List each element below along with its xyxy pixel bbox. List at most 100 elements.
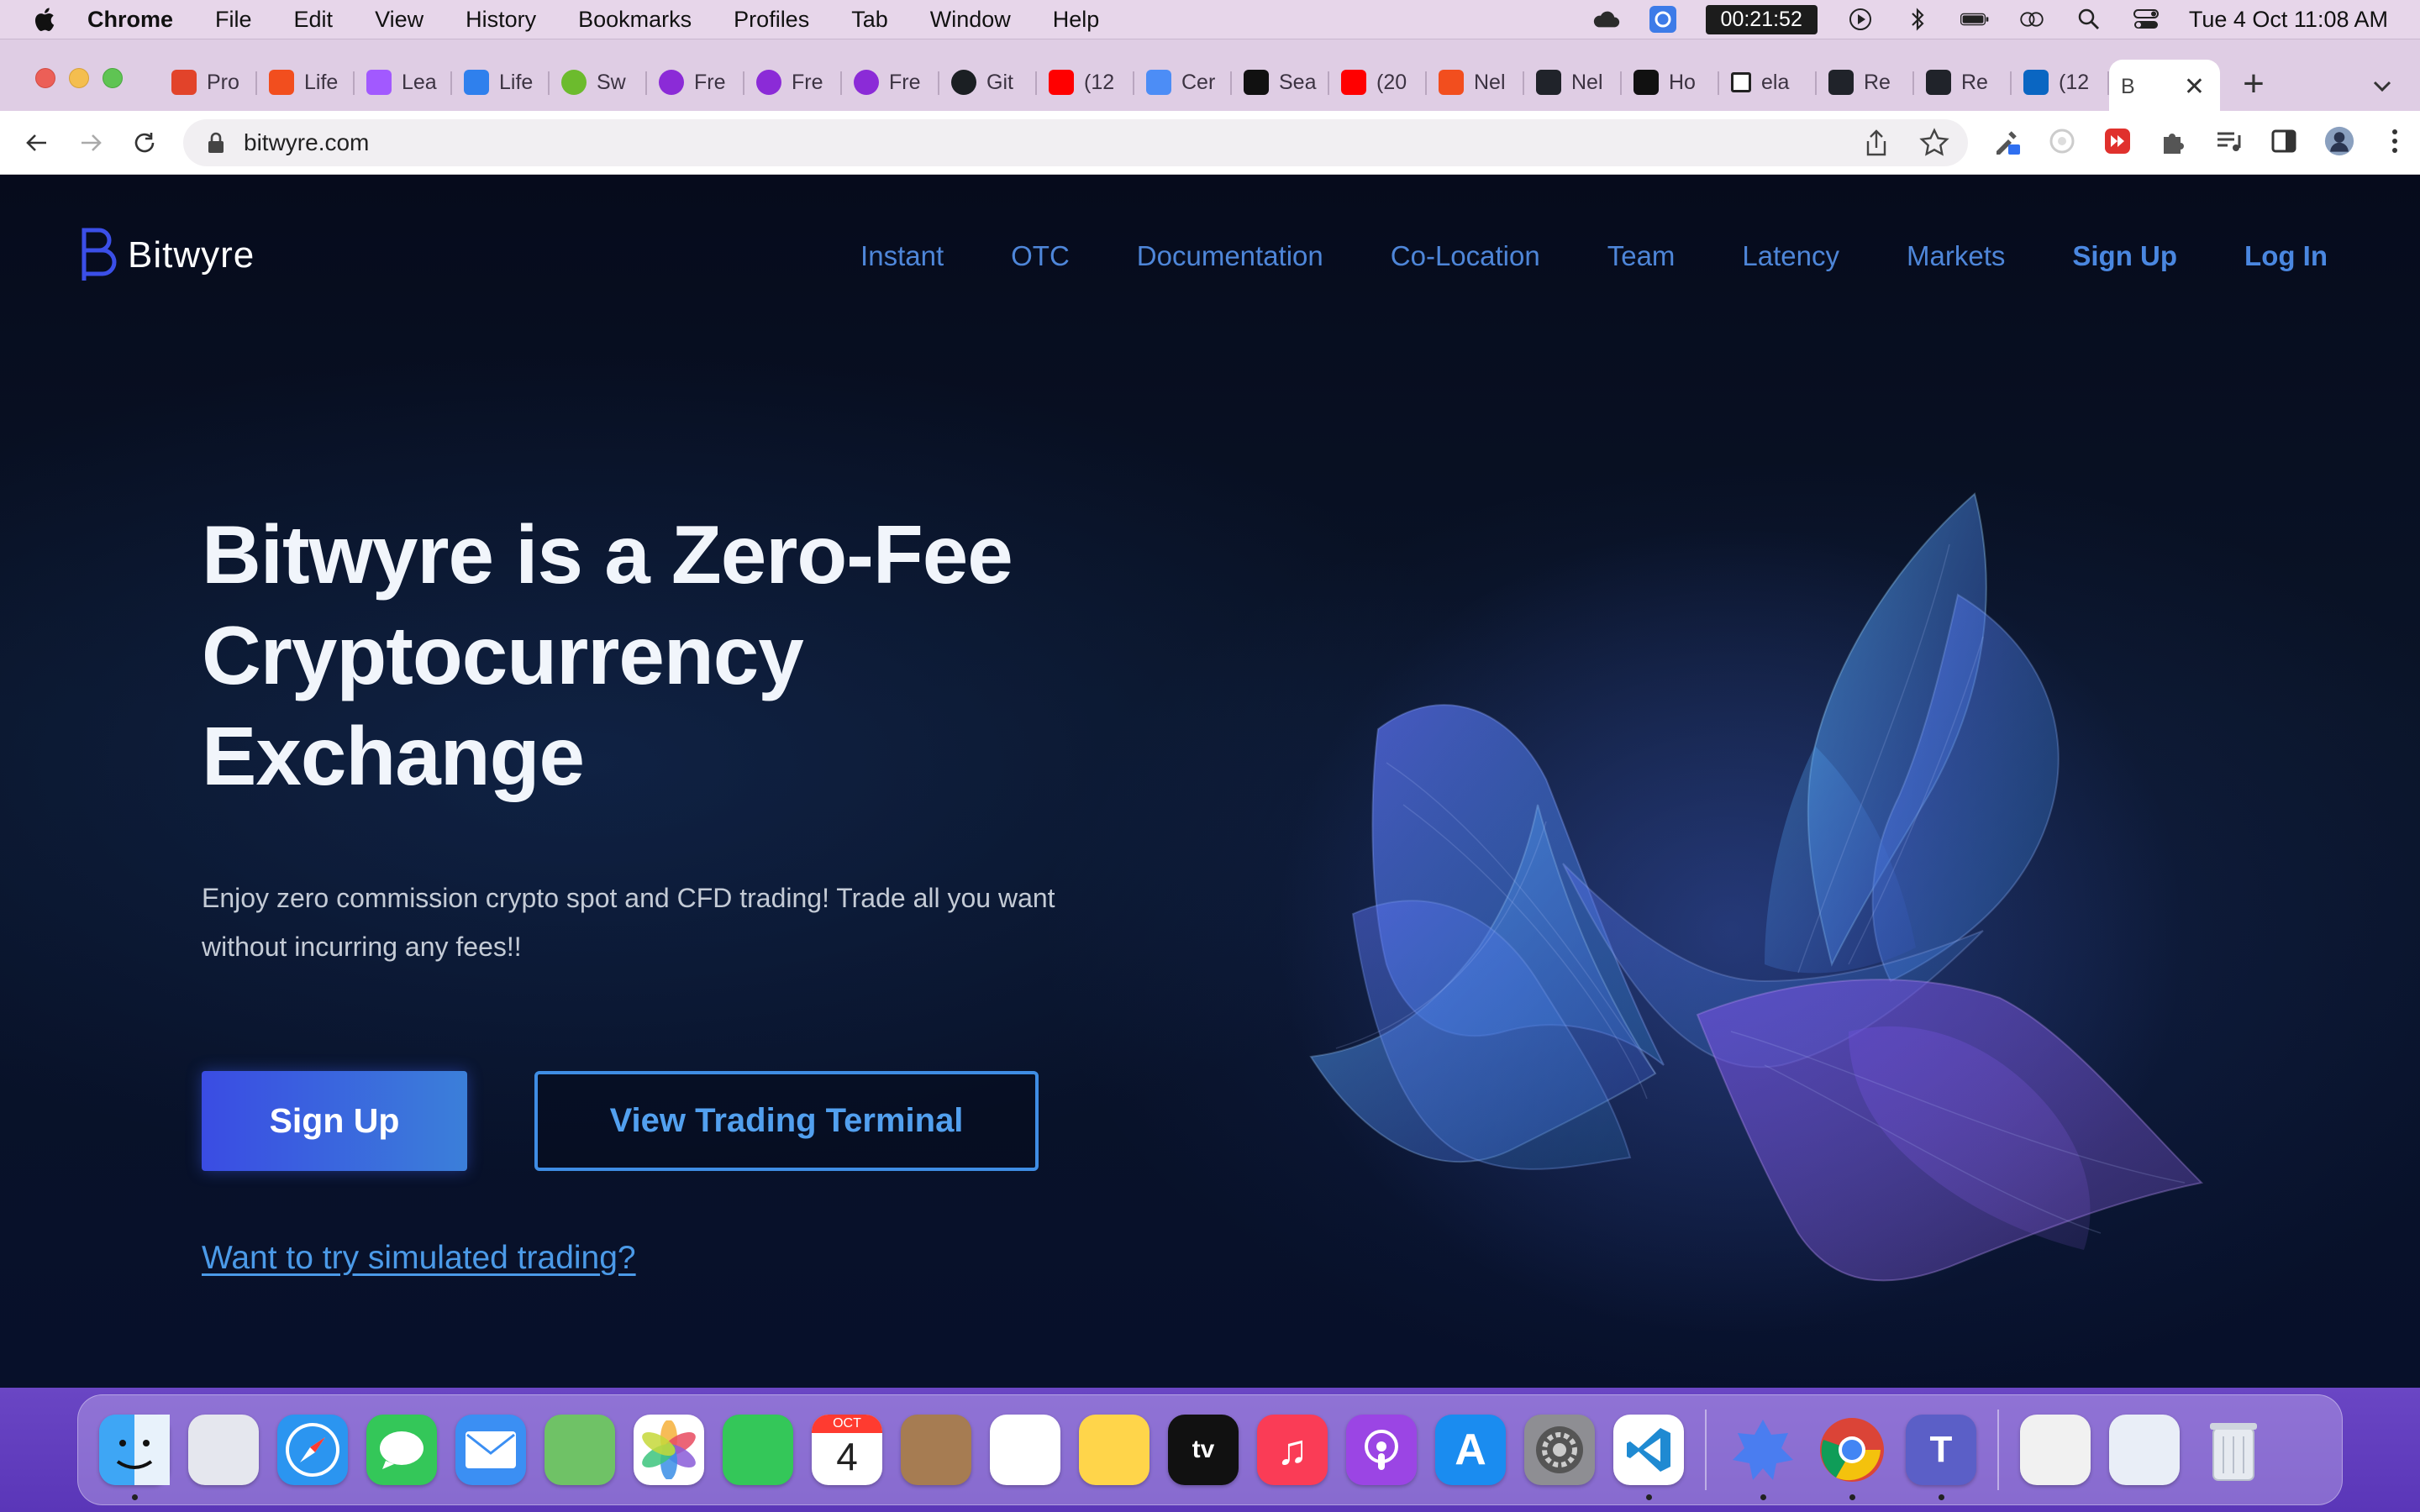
browser-tab[interactable]: Nel [1427,60,1524,105]
browser-tab[interactable]: Fre [744,60,842,105]
nav-documentation[interactable]: Documentation [1137,240,1323,272]
play-icon[interactable] [1846,7,1875,32]
app-store-icon[interactable]: A [1435,1415,1506,1485]
tab-search-chevron-icon[interactable] [2370,73,2395,98]
url-text[interactable]: bitwyre.com [244,129,369,156]
menu-file[interactable]: File [215,7,252,33]
browser-tab[interactable]: Ho [1622,60,1719,105]
nav-team[interactable]: Team [1607,240,1676,272]
browser-tab[interactable]: Cer [1134,60,1232,105]
photos-icon[interactable] [634,1415,704,1485]
spotlight-search-icon[interactable] [2075,7,2103,32]
chrome-menu-icon[interactable] [2380,126,2410,156]
podcasts-icon[interactable] [1346,1415,1417,1485]
notes-icon[interactable] [1079,1415,1150,1485]
browser-tab[interactable]: Life [257,60,355,105]
bookmark-star-icon[interactable] [1919,128,1949,158]
view-trading-terminal-button[interactable]: View Trading Terminal [534,1071,1039,1171]
apple-tv-icon[interactable]: tv [1168,1415,1239,1485]
nav-co-location[interactable]: Co-Location [1391,240,1540,272]
apple-logo-icon[interactable] [32,6,55,33]
focus-app-icon[interactable] [1649,6,1677,33]
nav-log-in[interactable]: Log In [2244,240,2328,272]
forward-button[interactable] [74,126,108,160]
cloud-app-icon[interactable] [1728,1415,1798,1500]
menu-tab[interactable]: Tab [851,7,888,33]
nav-instant[interactable]: Instant [860,240,944,272]
reload-button[interactable] [128,126,161,160]
browser-tab[interactable]: ela [1719,60,1817,105]
browser-tab[interactable]: (12 [1037,60,1134,105]
browser-tab[interactable]: Git [939,60,1037,105]
address-bar[interactable]: bitwyre.com [183,119,1968,166]
browser-tab[interactable]: Fre [647,60,744,105]
browser-tab[interactable]: Fre [842,60,939,105]
menu-history[interactable]: History [466,7,536,33]
system-preferences-icon[interactable] [1524,1415,1595,1485]
eyedropper-extension-icon[interactable] [1991,126,2022,156]
red-forward-extension-icon[interactable] [2102,126,2133,156]
battery-icon[interactable] [1960,7,1989,32]
browser-tab[interactable]: Sea [1232,60,1329,105]
profile-avatar[interactable] [2324,126,2354,156]
vscode-icon[interactable] [1613,1415,1684,1500]
document-stack-icon[interactable] [2020,1415,2091,1485]
browser-tab[interactable]: (20 [1329,60,1427,105]
menu-help[interactable]: Help [1053,7,1100,33]
menu-bookmarks[interactable]: Bookmarks [578,7,692,33]
menu-view[interactable]: View [375,7,424,33]
browser-tab[interactable]: Life [452,60,550,105]
active-browser-tab[interactable]: B ✕ [2109,60,2220,113]
safari-icon[interactable] [277,1415,348,1485]
browser-tab[interactable]: Sw [550,60,647,105]
browser-tab[interactable]: Re [1914,60,2012,105]
close-tab-icon[interactable]: ✕ [2184,72,2205,102]
contacts-icon[interactable] [901,1415,971,1485]
app-menu-chrome[interactable]: Chrome [87,7,173,33]
lock-icon[interactable] [207,131,225,155]
circle-extension-icon[interactable] [2047,126,2077,156]
control-center-icon[interactable] [2132,7,2160,32]
bluetooth-icon[interactable] [1903,7,1932,32]
window-close-button[interactable] [35,68,55,88]
messages-icon[interactable] [366,1415,437,1485]
new-tab-button[interactable]: + [2235,63,2272,105]
window-minimize-button[interactable] [69,68,89,88]
nav-otc[interactable]: OTC [1011,240,1070,272]
downloads-stack-icon[interactable] [2109,1415,2180,1485]
simulated-trading-link[interactable]: Want to try simulated trading? [202,1240,636,1277]
menu-profiles[interactable]: Profiles [734,7,809,33]
browser-tab[interactable]: (12 [2012,60,2109,105]
hero-sign-up-button[interactable]: Sign Up [202,1071,467,1171]
mail-icon[interactable] [455,1415,526,1485]
chrome-icon[interactable] [1817,1415,1887,1500]
back-button[interactable] [20,126,54,160]
launchpad-icon[interactable] [188,1415,259,1485]
media-queue-icon[interactable] [2213,126,2244,156]
menu-window[interactable]: Window [930,7,1011,33]
facetime-icon[interactable] [723,1415,793,1485]
music-icon[interactable]: ♫ [1257,1415,1328,1485]
calendar-icon[interactable]: OCT 4 [812,1415,882,1485]
browser-tab[interactable]: Re [1817,60,1914,105]
trash-icon[interactable] [2198,1415,2269,1485]
browser-tab[interactable]: Pro [160,60,257,105]
extensions-puzzle-icon[interactable] [2158,126,2188,156]
maps-icon[interactable] [544,1415,615,1485]
browser-tab[interactable]: Nel [1524,60,1622,105]
teams-icon[interactable]: T [1906,1415,1976,1500]
share-icon[interactable] [1862,128,1891,158]
nav-latency[interactable]: Latency [1742,240,1839,272]
nav-markets[interactable]: Markets [1907,240,2005,272]
finder-icon[interactable] [99,1415,170,1500]
side-panel-icon[interactable] [2269,126,2299,156]
browser-tab[interactable]: Lea [355,60,452,105]
cloud-icon[interactable] [1591,7,1620,32]
window-zoom-button[interactable] [103,68,123,88]
bitwyre-logo[interactable]: Bitwyre [79,227,255,284]
reminders-icon[interactable] [990,1415,1060,1485]
menu-edit[interactable]: Edit [294,7,334,33]
menubar-clock[interactable]: Tue 4 Oct 11:08 AM [2189,7,2388,33]
timer-display[interactable]: 00:21:52 [1705,4,1818,34]
nav-sign-up[interactable]: Sign Up [2072,240,2177,272]
